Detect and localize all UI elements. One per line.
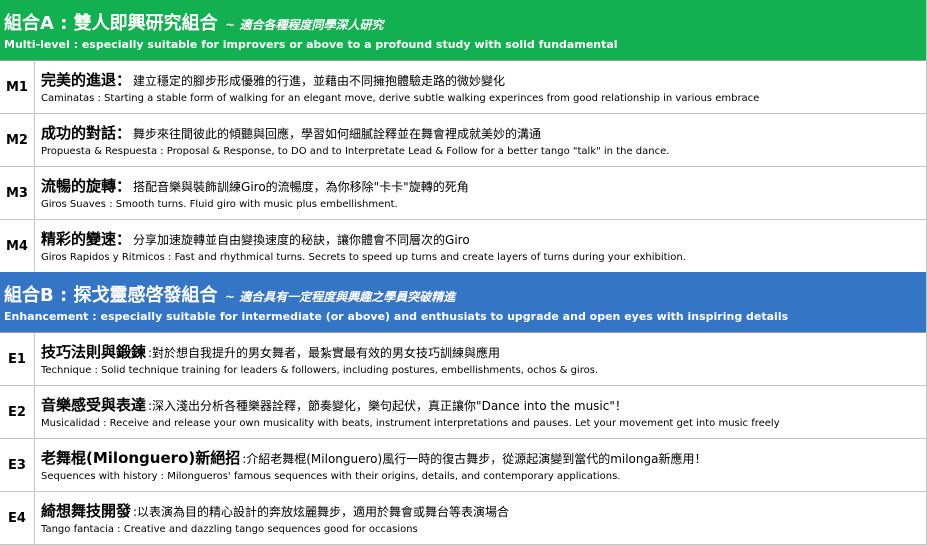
course-description-en: Technique : Solid technique training for…	[41, 365, 599, 376]
section-a-description: Multi-level : especially suitable for im…	[4, 38, 618, 51]
course-description-zh: :對於想自我提升的男女舞者，最紮實最有效的男女技巧訓練與應用	[148, 346, 501, 360]
section-b-title-line: 組合B : 探戈靈感啓發組合 ~ 適合具有一定程度與興趣之學員突破精進	[4, 281, 455, 307]
course-code: M1	[0, 61, 35, 113]
course-description-en: Propuesta & Respuesta : Proposal & Respo…	[41, 146, 670, 157]
course-code: M2	[0, 114, 35, 166]
course-description-zh: 分享加速旋轉並自由變換速度的秘訣，讓你體會不同層次的Giro	[133, 233, 470, 247]
course-description-zh: 搭配音樂與裝飾訓練Giro的流暢度，為你移除"卡卡"旋轉的死角	[133, 180, 469, 194]
course-row-m1: M1 完美的進退： 建立穩定的腳步形成優雅的行進，並藉由不同擁抱體驗走路的微妙變化…	[0, 61, 927, 114]
course-description-en: Giros Rapidos y Ritmicos : Fast and rhyt…	[41, 252, 686, 263]
course-description-en: Caminatas : Starting a stable form of wa…	[41, 93, 760, 104]
course-code: E3	[0, 439, 35, 491]
course-description-zh: :以表演為目的精心設計的奔放炫麗舞步，適用於舞會或舞台等表演場合	[133, 505, 510, 519]
course-description-en: Musicalidad : Receive and release your o…	[41, 418, 780, 429]
course-description-en: Sequences with history : Milongueros' fa…	[41, 471, 621, 482]
course-description-zh: :深入淺出分析各種樂器詮釋，節奏變化，樂句起伏，真正讓你"Dance into …	[148, 399, 627, 413]
section-a-title-line: 組合A : 雙人即興研究組合 ~ 適合各種程度同學深人研究	[4, 9, 383, 35]
page: 組合A : 雙人即興研究組合 ~ 適合各種程度同學深人研究 Multi-leve…	[0, 0, 927, 545]
course-row-m2: M2 成功的對話： 舞步來往間彼此的傾聽與回應，學習如何細膩詮釋並在舞會裡成就美妙…	[0, 114, 927, 167]
course-description-zh: 舞步來往間彼此的傾聽與回應，學習如何細膩詮釋並在舞會裡成就美妙的溝通	[133, 127, 542, 141]
section-a-subtitle: ~ 適合各種程度同學深人研究	[225, 18, 384, 32]
course-row-e4: E4 綺想舞技開發:以表演為目的精心設計的奔放炫麗舞步，適用於舞會或舞台等表演場…	[0, 492, 927, 545]
course-code: E4	[0, 492, 35, 544]
course-title: 綺想舞技開發	[41, 502, 132, 520]
course-title: 流暢的旋轉：	[41, 177, 132, 195]
course-description-zh: :介紹老舞棍(Milonguero)風行一時的復古舞步，從源起演變到當代的mil…	[242, 452, 707, 466]
course-row-m4: M4 精彩的變速： 分享加速旋轉並自由變換速度的秘訣，讓你體會不同層次的Giro …	[0, 220, 927, 272]
course-description-zh: 建立穩定的腳步形成優雅的行進，並藉由不同擁抱體驗走路的微妙變化	[133, 74, 506, 88]
course-row-e3: E3 老舞棍(Milonguero)新絕招:介紹老舞棍(Milonguero)風…	[0, 439, 927, 492]
section-b-header: 組合B : 探戈靈感啓發組合 ~ 適合具有一定程度與興趣之學員突破精進 Enha…	[0, 272, 927, 333]
section-b-title: 組合B : 探戈靈感啓發組合	[4, 285, 218, 306]
course-title: 成功的對話：	[41, 124, 132, 142]
course-description-en: Giros Suaves : Smooth turns. Fluid giro …	[41, 199, 398, 210]
course-code: E1	[0, 333, 35, 385]
course-title: 技巧法則與鍛鍊	[41, 343, 147, 361]
course-row-e2: E2 音樂感受與表達:深入淺出分析各種樂器詮釋，節奏變化，樂句起伏，真正讓你"D…	[0, 386, 927, 439]
section-a-header: 組合A : 雙人即興研究組合 ~ 適合各種程度同學深人研究 Multi-leve…	[0, 0, 927, 61]
course-description-en: Tango fantacia : Creative and dazzling t…	[41, 524, 418, 535]
course-title: 完美的進退：	[41, 71, 132, 89]
course-code: M3	[0, 167, 35, 219]
section-b-description: Enhancement : especially suitable for in…	[4, 310, 789, 323]
section-a-title: 組合A : 雙人即興研究組合	[4, 13, 218, 34]
course-row-e1: E1 技巧法則與鍛鍊:對於想自我提升的男女舞者，最紮實最有效的男女技巧訓練與應用…	[0, 333, 927, 386]
course-title: 精彩的變速：	[41, 230, 132, 248]
course-code: E2	[0, 386, 35, 438]
course-title: 音樂感受與表達	[41, 396, 147, 414]
course-row-m3: M3 流暢的旋轉： 搭配音樂與裝飾訓練Giro的流暢度，為你移除"卡卡"旋轉的死角…	[0, 167, 927, 220]
section-b-subtitle: ~ 適合具有一定程度與興趣之學員突破精進	[225, 290, 456, 304]
course-title: 老舞棍(Milonguero)新絕招	[41, 449, 241, 467]
course-code: M4	[0, 220, 35, 272]
